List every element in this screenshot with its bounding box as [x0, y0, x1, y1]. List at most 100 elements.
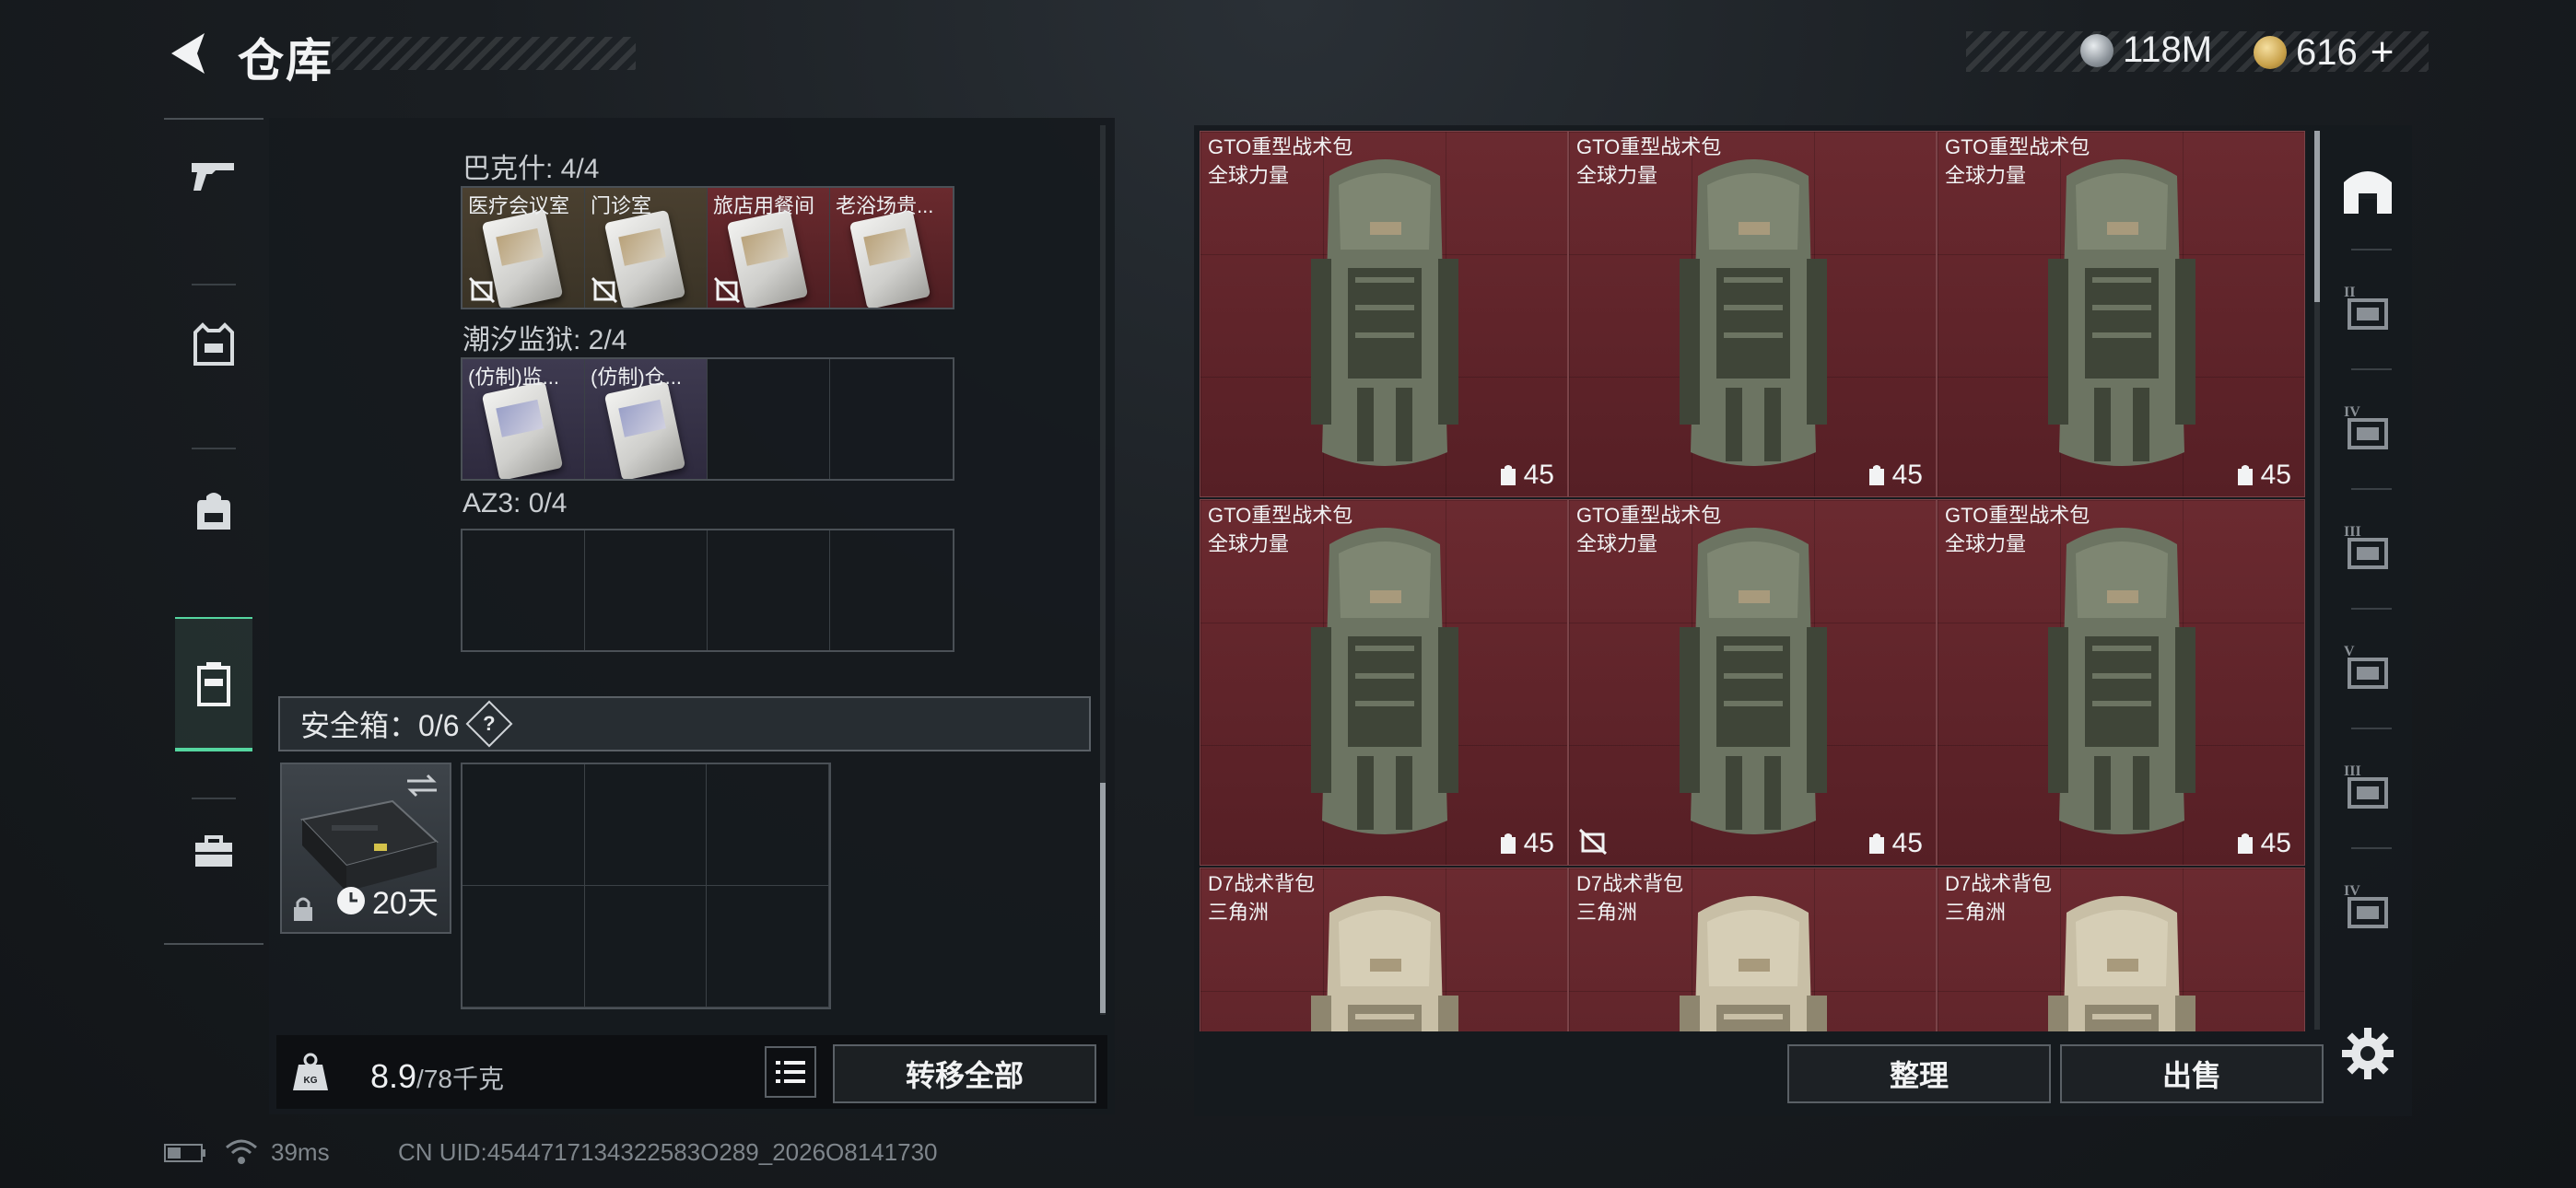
clock-icon: [337, 886, 365, 914]
warehouse-icon: [2344, 171, 2392, 214]
keycard-label: 门诊室: [591, 194, 652, 217]
rail-item-backpacks[interactable]: [175, 460, 252, 562]
page-title: 仓库: [238, 35, 334, 87]
item-faction: 三角洲: [1945, 901, 2007, 924]
gold-coin-icon: [2254, 36, 2287, 69]
rail-divider: [2351, 368, 2392, 370]
ping-readout: 39ms: [271, 1138, 330, 1166]
filter-tier-2[interactable]: IV: [2333, 374, 2403, 484]
settings-gear-icon[interactable]: [2338, 1024, 2397, 1083]
battery-icon: [164, 1144, 205, 1162]
backpack-image: [1311, 896, 1458, 1031]
item-faction: 三角洲: [1576, 901, 1638, 924]
wifi-icon: [226, 1139, 257, 1164]
rail-item-containers[interactable]: [175, 617, 252, 751]
safe-box-item[interactable]: 20天: [280, 763, 451, 934]
safe-slot[interactable]: [584, 764, 708, 886]
filter-tier-5[interactable]: III: [2333, 733, 2403, 844]
safe-slot[interactable]: [463, 886, 585, 1007]
capacity-bag-icon: [1868, 465, 1884, 485]
sort-button[interactable]: 整理: [1787, 1044, 2051, 1103]
empty-slot[interactable]: [830, 359, 953, 479]
warehouse-scrollbar-thumb[interactable]: [2314, 131, 2320, 302]
keycard-slot[interactable]: (仿制)监...: [463, 359, 585, 479]
empty-slot[interactable]: [830, 530, 953, 650]
warehouse-item[interactable]: D7战术背包 三角洲: [1568, 868, 1937, 1031]
keycard-slot[interactable]: 门诊室: [585, 188, 708, 308]
header-decoration: [332, 37, 636, 70]
item-capacity: 45: [1867, 460, 1923, 491]
keycard-slot[interactable]: 旅店用餐间: [708, 188, 830, 308]
section-label-bakshi: 巴克什: 4/4: [463, 154, 600, 184]
tier-label: IV: [2344, 404, 2360, 420]
filter-tier-4[interactable]: V: [2333, 613, 2403, 724]
safe-box-label: 安全箱：0/6: [300, 709, 460, 742]
keycard-slot[interactable]: 老浴场贵...: [830, 188, 953, 308]
empty-slot[interactable]: [463, 530, 585, 650]
filter-tier-6[interactable]: IV: [2333, 853, 2403, 963]
rail-item-armor[interactable]: [175, 295, 252, 396]
warehouse-item[interactable]: GTO重型战术包 全球力量 45: [1568, 131, 1937, 497]
add-currency-button[interactable]: +: [2371, 29, 2395, 76]
empty-slot[interactable]: [585, 530, 708, 650]
tier-filter-icon: IV: [2344, 404, 2388, 449]
keycard-slot[interactable]: 医疗会议室: [463, 188, 585, 308]
warehouse-item[interactable]: GTO重型战术包 全球力量 45: [1200, 131, 1568, 497]
filter-tier-1[interactable]: II: [2333, 254, 2403, 365]
armor-icon: [193, 322, 234, 366]
filter-all[interactable]: [2333, 134, 2403, 245]
keycard-label: 老浴场贵...: [836, 194, 934, 217]
warehouse-item[interactable]: D7战术背包 三角洲: [1937, 868, 2305, 1031]
empty-slot[interactable]: [708, 530, 830, 650]
back-button[interactable]: [164, 28, 210, 79]
capacity-bag-icon: [2237, 465, 2253, 485]
backpack-image: [1680, 896, 1827, 1031]
sell-button[interactable]: 出售: [2060, 1044, 2324, 1103]
unsellable-icon: [591, 276, 618, 304]
item-faction: 全球力量: [1576, 164, 1658, 187]
duration: 20天: [335, 878, 439, 923]
keycard-slot[interactable]: (仿制)仓...: [585, 359, 708, 479]
warehouse-item[interactable]: GTO重型战术包 全球力量 45: [1937, 131, 2305, 497]
capacity-value: 45: [1523, 828, 1554, 858]
lock-icon: [294, 897, 312, 921]
warehouse-item[interactable]: GTO重型战术包 全球力量 45: [1937, 499, 2305, 866]
gold-amount: 616: [2296, 31, 2358, 73]
rail-divider: [2351, 728, 2392, 729]
item-capacity: 45: [2235, 828, 2291, 859]
safe-slot[interactable]: [584, 886, 708, 1007]
weight-readout: 8.9/78千克: [370, 1057, 504, 1096]
safe-slot[interactable]: [707, 886, 829, 1007]
help-button[interactable]: ?: [465, 700, 512, 748]
safe-slot[interactable]: [463, 764, 585, 886]
filter-tier-3[interactable]: III: [2333, 494, 2403, 604]
toolbox-icon: [195, 835, 232, 867]
warehouse-item[interactable]: GTO重型战术包 全球力量 45: [1200, 499, 1568, 866]
item-name: GTO重型战术包: [1208, 504, 1353, 527]
tier-label: V: [2344, 644, 2355, 659]
list-view-button[interactable]: [765, 1046, 816, 1098]
rail-item-weapons[interactable]: [175, 125, 252, 227]
backpack-image: [1680, 528, 1827, 834]
item-name: D7战术背包: [1208, 872, 1316, 895]
item-faction: 全球力量: [1208, 532, 1290, 555]
capacity-value: 45: [2260, 828, 2291, 858]
unsellable-icon: [468, 276, 496, 304]
item-name: D7战术背包: [1945, 872, 2053, 895]
warehouse-item[interactable]: D7战术背包 三角洲: [1200, 868, 1568, 1031]
inventory-scrollbar-thumb[interactable]: [1100, 783, 1106, 1013]
rail-item-tools[interactable]: [175, 801, 252, 903]
capacity-bag-icon: [1868, 833, 1884, 854]
item-name: D7战术背包: [1576, 872, 1684, 895]
svg-text:KG: KG: [304, 1076, 318, 1086]
item-name: GTO重型战术包: [1945, 504, 2090, 527]
safe-slot[interactable]: [707, 764, 829, 886]
rail-divider: [192, 284, 236, 285]
empty-slot[interactable]: [708, 359, 830, 479]
warehouse-item[interactable]: GTO重型战术包 全球力量 45: [1568, 499, 1937, 866]
item-faction: 全球力量: [1208, 164, 1290, 187]
rail-divider: [192, 448, 236, 449]
keycard-grid-bakshi: 医疗会议室 门诊室 旅店用餐间 老浴场贵...: [461, 186, 954, 309]
item-name: GTO重型战术包: [1576, 504, 1722, 527]
transfer-all-button[interactable]: 转移全部: [833, 1044, 1096, 1103]
